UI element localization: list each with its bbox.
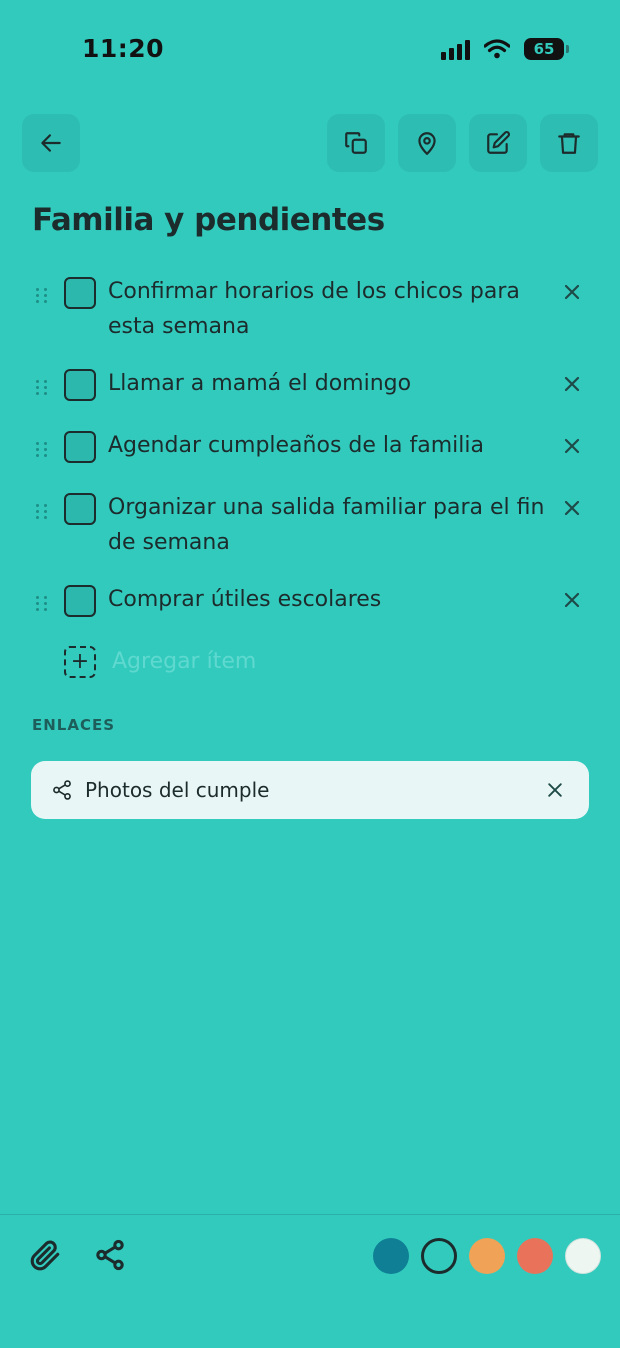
- close-icon: [564, 592, 580, 608]
- back-button[interactable]: [22, 114, 80, 172]
- copy-icon: [345, 132, 367, 154]
- checklist-item-text[interactable]: Confirmar horarios de los chicos para es…: [108, 274, 548, 344]
- checklist-item-text[interactable]: Agendar cumpleaños de la familia: [108, 428, 548, 463]
- remove-item-button[interactable]: [560, 434, 584, 458]
- drag-handle-icon[interactable]: [36, 596, 48, 611]
- remove-item-button[interactable]: [560, 280, 584, 304]
- checklist-checkbox[interactable]: [64, 369, 96, 401]
- trash-icon: [558, 133, 580, 154]
- link-title[interactable]: Photos del cumple: [85, 761, 269, 819]
- close-icon: [564, 284, 580, 300]
- edit-button[interactable]: [469, 114, 527, 172]
- close-icon: [564, 438, 580, 454]
- close-icon: [564, 500, 580, 516]
- remove-item-button[interactable]: [560, 372, 584, 396]
- checklist-item-text[interactable]: Organizar una salida familiar para el fi…: [108, 490, 548, 560]
- drag-handle-icon[interactable]: [36, 504, 48, 519]
- arrow-left-icon: [41, 134, 61, 152]
- bottom-divider: [0, 1214, 620, 1215]
- links-section-label: ENLACES: [32, 716, 116, 734]
- battery-indicator: 65: [524, 38, 569, 60]
- add-item-placeholder[interactable]: Agregar ítem: [112, 644, 256, 680]
- checklist-item-text[interactable]: Llamar a mamá el domingo: [108, 366, 548, 401]
- delete-button[interactable]: [540, 114, 598, 172]
- status-bar: 11:20 65: [0, 0, 620, 100]
- checklist-item-text[interactable]: Comprar útiles escolares: [108, 582, 548, 617]
- location-button[interactable]: [398, 114, 456, 172]
- attach-button[interactable]: [28, 1238, 62, 1272]
- share-icon: [96, 1239, 124, 1271]
- edit-icon: [487, 131, 510, 154]
- close-icon: [564, 376, 580, 392]
- remove-item-button[interactable]: [560, 496, 584, 520]
- duplicate-button[interactable]: [327, 114, 385, 172]
- checklist-checkbox[interactable]: [64, 277, 96, 309]
- share-icon: [53, 780, 71, 800]
- cellular-signal-icon: [441, 38, 470, 60]
- checklist-checkbox[interactable]: [64, 493, 96, 525]
- color-swatch-teal-dark[interactable]: [373, 1238, 409, 1274]
- color-swatch-white[interactable]: [565, 1238, 601, 1274]
- drag-handle-icon[interactable]: [36, 442, 48, 457]
- link-card[interactable]: Photos del cumple: [31, 761, 589, 819]
- status-icons: 65: [441, 38, 569, 60]
- battery-level: 65: [533, 40, 555, 58]
- color-swatch-orange[interactable]: [469, 1238, 505, 1274]
- close-icon[interactable]: [545, 780, 565, 800]
- drag-handle-icon[interactable]: [36, 288, 48, 303]
- add-item-row[interactable]: + Agregar ítem: [64, 644, 464, 680]
- status-time: 11:20: [82, 34, 165, 63]
- color-swatch-teal-selected[interactable]: [421, 1238, 457, 1274]
- checklist-checkbox[interactable]: [64, 585, 96, 617]
- drag-handle-icon[interactable]: [36, 380, 48, 395]
- wifi-icon: [484, 39, 510, 59]
- checklist-checkbox[interactable]: [64, 431, 96, 463]
- paperclip-icon: [30, 1240, 60, 1271]
- note-title[interactable]: Familia y pendientes: [32, 202, 385, 238]
- remove-item-button[interactable]: [560, 588, 584, 612]
- color-swatch-coral[interactable]: [517, 1238, 553, 1274]
- share-button[interactable]: [93, 1238, 127, 1272]
- map-pin-icon: [418, 132, 436, 155]
- add-item-icon[interactable]: +: [64, 646, 96, 678]
